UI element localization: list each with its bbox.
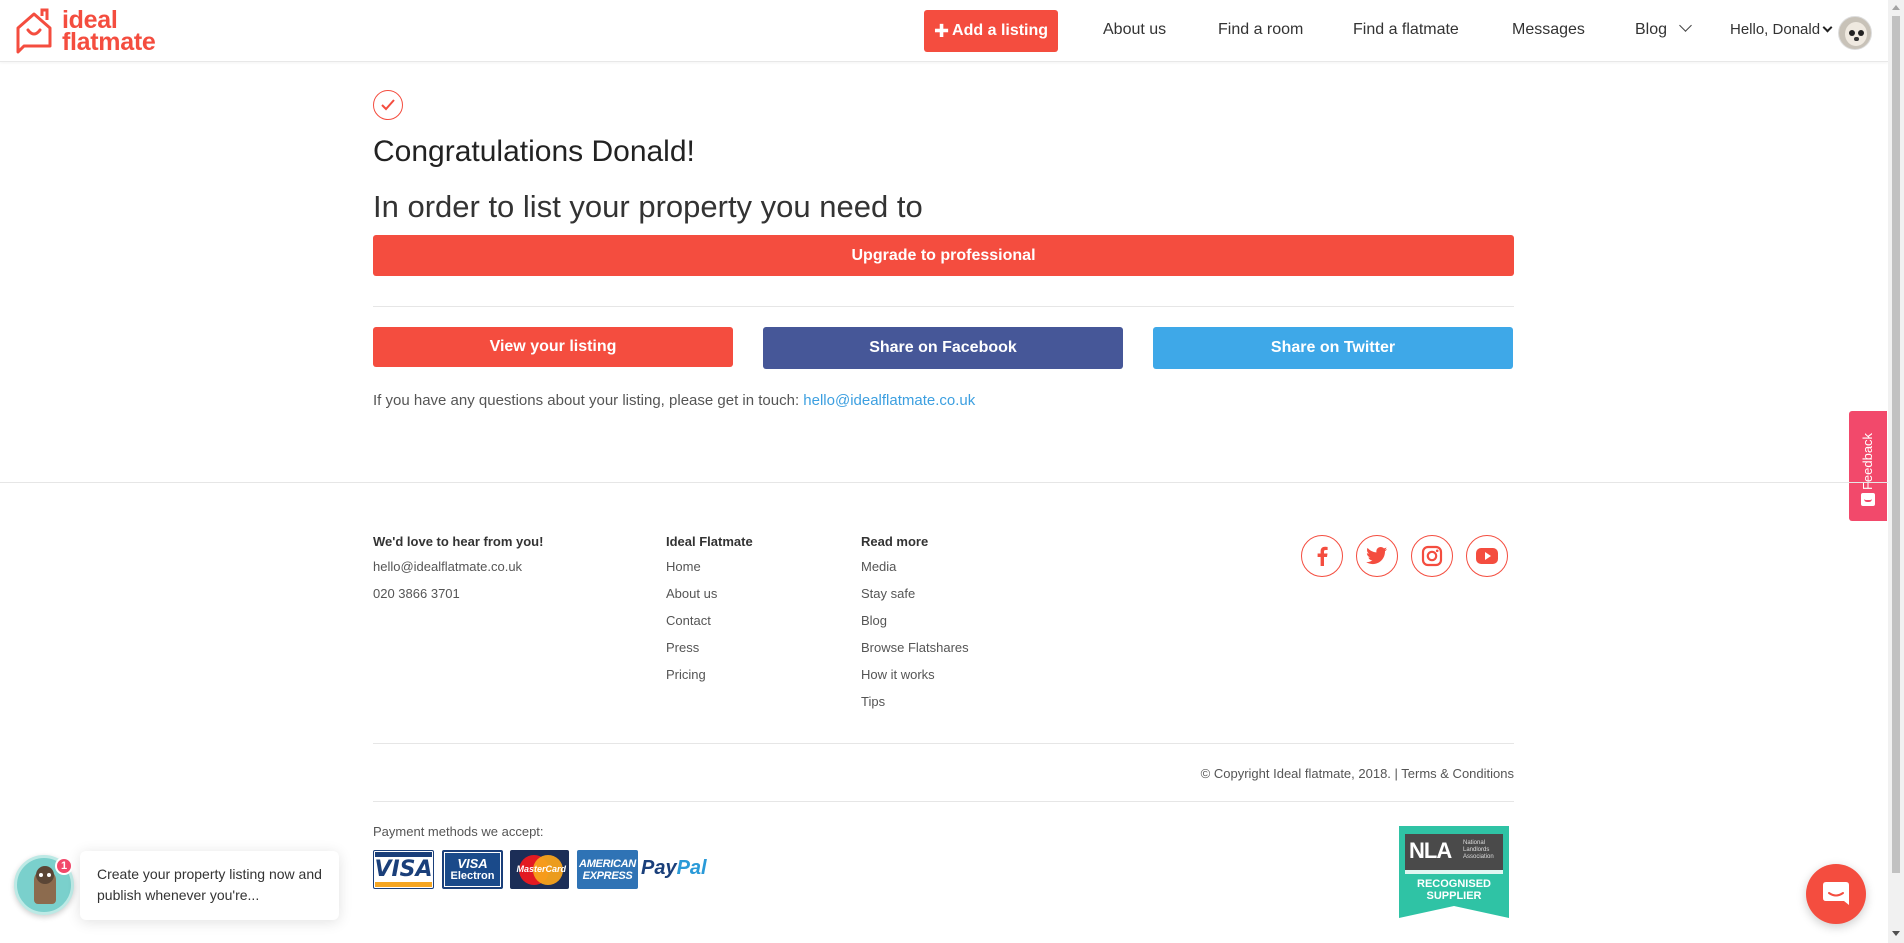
contact-text: If you have any questions about your lis… [373, 392, 804, 409]
copyright-text: © Copyright Ideal flatmate, 2018. | Term… [1200, 766, 1514, 781]
page-scrollbar[interactable] [1888, 0, 1904, 943]
nav-about-us[interactable]: About us [1103, 21, 1166, 39]
twitter-icon[interactable] [1356, 535, 1398, 577]
user-avatar[interactable] [1838, 16, 1872, 50]
footer-heading: Ideal Flatmate [666, 534, 753, 549]
footer-divider [373, 743, 1514, 744]
footer-divider [0, 482, 1888, 483]
success-check-icon [373, 90, 403, 120]
instruction-heading: In order to list your property you need … [373, 189, 923, 224]
feedback-label: Feedback [1860, 432, 1876, 490]
footer-link-contact[interactable]: Contact [666, 607, 753, 634]
chat-message-preview[interactable]: Create your property listing now and pub… [80, 851, 339, 920]
feedback-tab[interactable]: Feedback [1849, 411, 1887, 521]
instagram-icon[interactable] [1411, 535, 1453, 577]
scrollbar-thumb[interactable] [1892, 16, 1900, 873]
contact-line: If you have any questions about your lis… [373, 392, 975, 409]
visa-logo: VISA [373, 850, 434, 889]
footer-link-browse-flatshares[interactable]: Browse Flatshares [861, 634, 969, 661]
nav-blog-label: Blog [1635, 21, 1668, 38]
footer-link-how-it-works[interactable]: How it works [861, 661, 969, 688]
top-navbar: ideal flatmate ✚ Add a listing About us … [0, 0, 1888, 62]
user-menu[interactable]: Hello, Donald [1730, 21, 1833, 38]
intercom-chat-button[interactable] [1806, 864, 1866, 924]
chat-bubble-icon [1823, 882, 1849, 905]
footer-link-media[interactable]: Media [861, 553, 969, 580]
congratulations-heading: Congratulations Donald! [373, 135, 695, 168]
scroll-up-arrow-icon[interactable] [1892, 5, 1900, 10]
nav-find-a-flatmate[interactable]: Find a flatmate [1353, 21, 1459, 39]
footer-link-stay-safe[interactable]: Stay safe [861, 580, 969, 607]
american-express-logo: AMERICAN EXPRESS [577, 850, 638, 889]
chat-notification-badge: 1 [55, 857, 73, 875]
nav-find-a-room[interactable]: Find a room [1218, 21, 1303, 39]
scroll-down-arrow-icon[interactable] [1892, 931, 1900, 936]
footer-ideal-flatmate-column: Ideal Flatmate Home About us Contact Pre… [666, 534, 753, 688]
footer-link-press[interactable]: Press [666, 634, 753, 661]
facebook-icon[interactable] [1301, 535, 1343, 577]
chevron-down-icon [1822, 22, 1833, 33]
user-greeting: Hello, Donald [1730, 21, 1821, 38]
logo-line-2: flatmate [62, 28, 156, 56]
smile-chat-icon [1861, 493, 1875, 506]
footer-heading: We'd love to hear from you! [373, 534, 544, 549]
contact-email-link[interactable]: hello@idealflatmate.co.uk [803, 392, 975, 409]
footer-link-home[interactable]: Home [666, 553, 753, 580]
mastercard-logo: MasterCard [510, 850, 569, 889]
footer-email-link[interactable]: hello@idealflatmate.co.uk [373, 553, 543, 580]
footer-heading: Read more [861, 534, 929, 549]
ideal-flatmate-logo[interactable]: ideal flatmate [14, 8, 156, 56]
house-chat-logo-icon [16, 8, 52, 54]
footer-read-more-column: Read more Media Stay safe Blog Browse Fl… [861, 534, 969, 715]
footer-divider [373, 801, 1514, 802]
divider [373, 306, 1514, 307]
add-listing-button[interactable]: ✚ Add a listing [924, 10, 1058, 52]
nav-blog[interactable]: Blog [1635, 19, 1692, 39]
upgrade-to-professional-button[interactable]: Upgrade to professional [373, 235, 1514, 276]
nla-recognised-supplier-badge: NLA National Landlords Association RECOGNI… [1399, 826, 1509, 918]
share-twitter-button[interactable]: Share on Twitter [1153, 327, 1513, 369]
footer-link-blog[interactable]: Blog [861, 607, 969, 634]
chevron-down-icon [1679, 19, 1692, 32]
add-listing-label: Add a listing [952, 22, 1049, 39]
paypal-logo: PayPal [641, 857, 707, 879]
footer-link-pricing[interactable]: Pricing [666, 661, 753, 688]
payment-methods-label: Payment methods we accept: [373, 824, 544, 839]
nav-messages[interactable]: Messages [1512, 21, 1585, 39]
view-listing-button[interactable]: View your listing [373, 327, 733, 367]
visa-electron-logo: VISA Electron [442, 850, 503, 889]
footer-link-about-us[interactable]: About us [666, 580, 753, 607]
footer-link-tips[interactable]: Tips [861, 688, 969, 715]
plus-icon: ✚ [933, 20, 950, 41]
share-facebook-button[interactable]: Share on Facebook [763, 327, 1123, 369]
footer-phone[interactable]: 020 3866 3701 [373, 580, 543, 607]
youtube-icon[interactable] [1466, 535, 1508, 577]
footer-contact-column: We'd love to hear from you! hello@idealf… [373, 534, 543, 607]
